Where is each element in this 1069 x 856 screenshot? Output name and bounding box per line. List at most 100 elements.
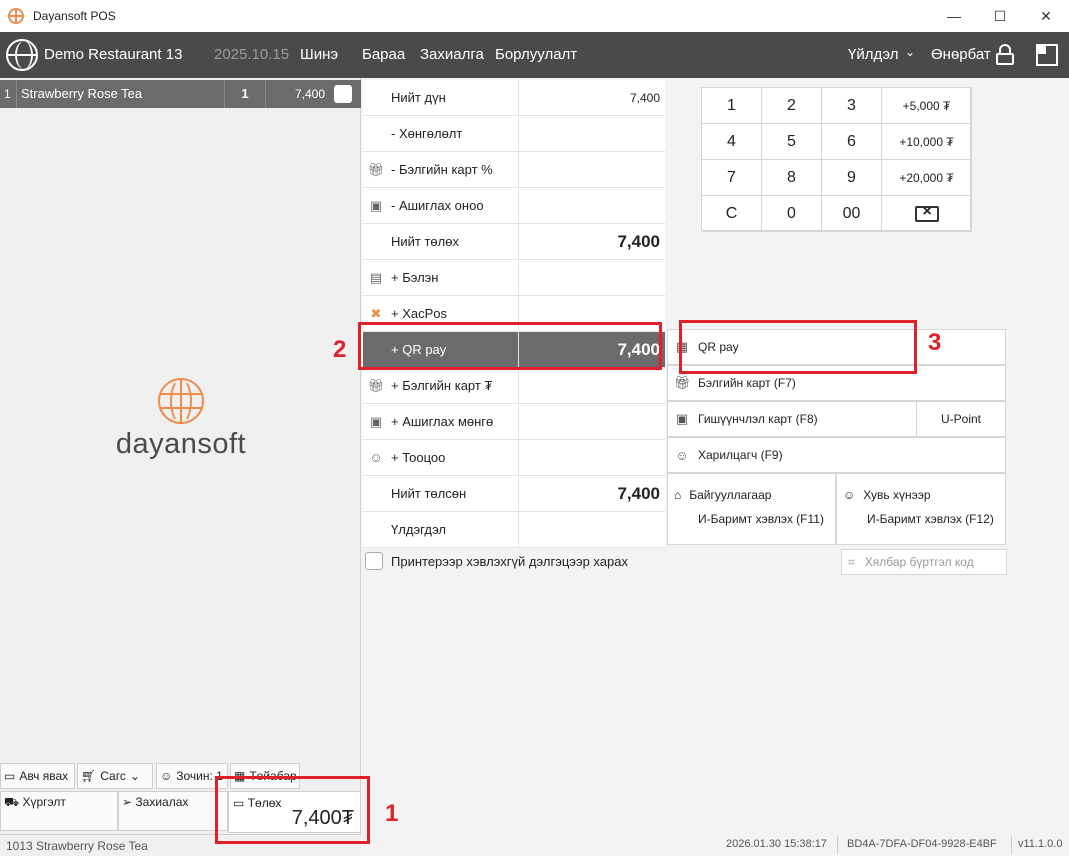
annotation-box-1 [215,776,370,844]
summary-row[interactable]: 🎁︎ - Бэлгийн карт % [363,152,665,188]
status-bar: 2026.01.30 15:38:17 BD4A-7DFA-DF04-9928-… [363,834,1069,856]
person-receipt-button[interactable]: ☺ Хувь хүнээр И-Баримт хэвлэх (F12) [836,473,1006,545]
top-nav: Demo Restaurant 13 2025.10.15 Шинэ Бараа… [0,32,1069,78]
summary-label: - Хөнгөлөлт [391,126,463,141]
print-checkbox[interactable] [365,552,383,570]
place-order-button[interactable]: ➢ Захиалах [118,791,228,831]
scan-code-placeholder: Хялбар бүртгэл код [864,555,974,569]
nav-orders[interactable]: Захиалга [420,46,484,63]
restaurant-name: Demo Restaurant 13 [44,46,183,63]
keypad-key[interactable]: +5,000 ₮ [882,88,972,124]
keypad-key[interactable]: C [702,196,762,232]
member-icon: ▣ [369,197,383,213]
upoint-method[interactable]: U-Point [916,401,1006,437]
close-button[interactable]: ✕ [1023,0,1069,32]
keypad: 1 2 3 +5,000 ₮ 4 5 6 +10,000 ₮ 7 8 9 +20,000 ₮ C 0 00 [701,87,972,232]
person-icon: ☺ [843,488,856,502]
summary-row[interactable]: ▣ + Ашиглах мөнгө [363,404,665,440]
nav-sales[interactable]: Борлуулалт [495,46,577,63]
home-icon: ⌂ [674,488,682,502]
org-receipt-button[interactable]: ⌂ Байгууллагаар И-Баримт хэвлэх (F11) [667,473,836,545]
keypad-key[interactable]: 8 [762,160,822,196]
summary-value [519,368,665,403]
line-checkbox[interactable] [334,85,352,103]
app-version: v11.1.0.0 [1018,838,1063,850]
keypad-key[interactable]: +10,000 ₮ [882,124,972,160]
summary-label-cell: ▣ - Ашиглах оноо [363,188,519,223]
summary-value [519,188,665,223]
keypad-key[interactable]: 6 [822,124,882,160]
app-logo-icon [8,8,24,24]
print-option[interactable]: Принтерээр хэвлэхгүй дэлгэцээр харах [365,552,628,570]
window-layout-icon[interactable] [1036,44,1058,66]
operations-menu[interactable]: Үйлдэл [848,46,898,63]
summary-label: - Бэлгийн карт % [391,162,493,177]
summary-row[interactable]: ▣ - Ашиглах оноо [363,188,665,224]
nav-products[interactable]: Бараа [362,46,405,63]
customer-label: Харилцагч (F9) [698,448,783,462]
keypad-key[interactable]: +20,000 ₮ [882,160,972,196]
customer-method[interactable]: ☺ Харилцагч (F9) [667,437,1006,473]
keypad-key[interactable]: 00 [822,196,882,232]
annotation-number-1: 1 [385,800,399,827]
keypad-key[interactable]: 9 [822,160,882,196]
summary-label: Үлдэгдэл [391,522,447,537]
summary-value: 7,400 [617,231,660,251]
car-icon: ⛟ [4,795,20,809]
keypad-key[interactable]: 3 [822,88,882,124]
person-icon: ☺ [675,447,689,463]
chevron-down-icon: ⌄ [129,769,140,783]
maximize-button[interactable]: ☐ [977,0,1023,32]
basket-button[interactable]: 🛒︎ Сагс ⌄ [77,763,153,789]
summary-label: Нийт төлөх [391,234,459,249]
place-order-label: Захиалах [135,795,189,809]
chevron-down-icon[interactable]: ⌄ [905,45,915,59]
keypad-key[interactable]: 4 [702,124,762,160]
summary-row[interactable]: Нийт дүн 7,400 [363,80,665,116]
basket-label: Сагс [100,769,126,783]
summary-row[interactable]: 🎁︎ + Бэлгийн карт ₮ [363,368,665,404]
delivery-button[interactable]: ⛟ Хүргэлт [0,791,118,831]
window-title: Dayansoft POS [33,9,116,23]
backspace-key[interactable] [882,196,972,232]
user-name[interactable]: Өнөрбат [931,46,991,63]
person-icon: ☺ [160,769,173,783]
line-price: 7,400 [265,80,329,108]
summary-row[interactable]: Үлдэгдэл [363,512,665,548]
summary-label-cell: ▤ + Бэлэн [363,260,519,295]
logo-wordmark: dayansoft [115,428,247,460]
gift-card-label: Бэлгийн карт (F7) [698,376,796,390]
minimize-button[interactable]: — [931,0,977,32]
order-panel: 1 Strawberry Rose Tea 1 7,400 dayansoft … [0,78,361,856]
nav-new[interactable]: Шинэ [300,46,338,63]
backspace-icon [914,203,939,222]
scan-code-input[interactable]: ⌗ Хялбар бүртгэл код [841,549,1007,575]
globe-icon[interactable] [6,39,38,71]
print-option-label: Принтерээр хэвлэхгүй дэлгэцээр харах [391,553,628,569]
order-line[interactable]: 1 Strawberry Rose Tea 1 7,400 [0,80,361,108]
send-icon: ➢ [122,795,133,809]
keypad-key[interactable]: 2 [762,88,822,124]
summary-row[interactable]: ▤ + Бэлэн [363,260,665,296]
upoint-label: U-Point [940,412,981,426]
keypad-key[interactable]: 5 [762,124,822,160]
cash-icon: ▤ [369,269,383,285]
keypad-key[interactable]: 0 [762,196,822,232]
summary-label: - Ашиглах оноо [391,198,484,213]
summary-value [519,440,665,475]
summary-value [519,152,665,187]
takeaway-button[interactable]: ▭ Авч явах [0,763,75,789]
lock-icon[interactable] [996,44,1014,65]
person-icon: ☺ [369,450,383,465]
dayansoft-logo: dayansoft [110,378,252,461]
summary-row[interactable]: ☺ + Тооцоо [363,440,665,476]
summary-label-cell: Нийт төлөх [363,224,519,259]
keypad-key[interactable]: 1 [702,88,762,124]
summary-row[interactable]: Нийт төлөх 7,400 [363,224,665,260]
member-card-method[interactable]: ▣ Гишүүнчлэл карт (F8) [667,401,917,437]
barcode-scan-icon: ⌗ [848,554,855,569]
summary-row[interactable]: Нийт төлсөн 7,400 [363,476,665,512]
summary-row[interactable]: - Хөнгөлөлт [363,116,665,152]
summary-label-cell: 🎁︎ - Бэлгийн карт % [363,152,519,187]
keypad-key[interactable]: 7 [702,160,762,196]
